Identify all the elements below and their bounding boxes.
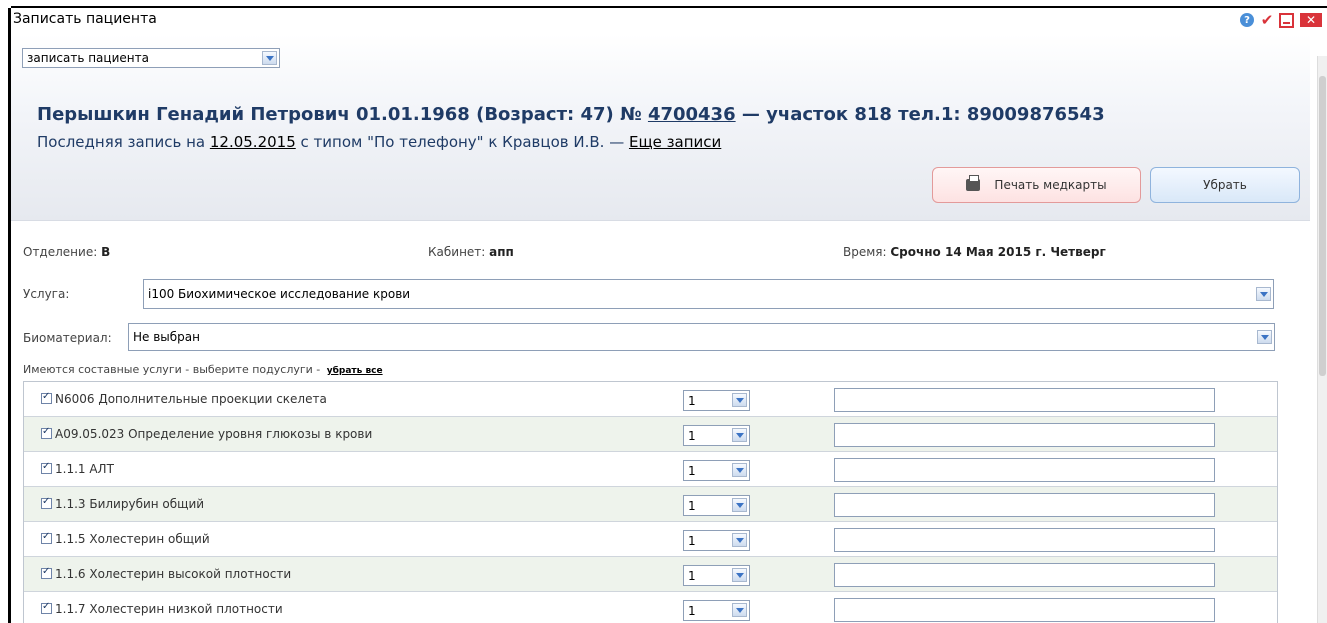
subservice-row: 1.1.1 АЛТ 1 xyxy=(24,452,1277,487)
subservice-note-input[interactable] xyxy=(834,528,1215,552)
quantity-value: 1 xyxy=(688,429,696,443)
cabinet-value: апп xyxy=(489,245,514,259)
subservice-label: 1.1.6 Холестерин высокой плотности xyxy=(55,567,292,581)
subservice-row: 1.1.7 Холестерин низкой плотности 1 xyxy=(24,592,1277,623)
scrollbar-thumb[interactable] xyxy=(1319,76,1326,376)
time-label: Время: xyxy=(843,245,891,259)
biomaterial-select[interactable]: Не выбран xyxy=(128,323,1275,351)
patient-summary: Перышкин Генадий Петрович 01.01.1968 (Во… xyxy=(37,104,1105,125)
subservice-checkbox[interactable] xyxy=(41,496,52,509)
quantity-select[interactable]: 1 xyxy=(683,390,750,411)
subservice-note-input[interactable] xyxy=(834,388,1215,412)
action-select[interactable]: записать пациента xyxy=(22,48,280,68)
chevron-down-icon[interactable] xyxy=(732,393,747,407)
chevron-down-icon[interactable] xyxy=(732,603,747,617)
subservices-table: N6006 Дополнительные проекции скелета 1 A0… xyxy=(23,381,1278,623)
subservice-checkbox[interactable] xyxy=(41,531,52,544)
subservice-checkbox[interactable] xyxy=(41,601,52,614)
remove-button[interactable]: Убрать xyxy=(1150,167,1300,203)
help-icon[interactable]: ? xyxy=(1240,13,1254,27)
time-value: Срочно 14 Мая 2015 г. Четверг xyxy=(890,245,1106,259)
subservice-row: A09.05.023 Определение уровня глюкозы в … xyxy=(24,417,1277,452)
subservices-note: Имеются составные услуги - выберите поду… xyxy=(23,363,383,376)
cabinet-info: Кабинет: апп xyxy=(428,245,514,259)
quantity-select[interactable]: 1 xyxy=(683,565,750,586)
subservice-row: 1.1.5 Холестерин общий 1 xyxy=(24,522,1277,557)
subservice-note-input[interactable] xyxy=(834,563,1215,587)
appointment-window: Записать пациента ? ✔ ✕ записать пациент… xyxy=(0,0,1327,623)
subservice-note-input[interactable] xyxy=(834,458,1215,482)
quantity-value: 1 xyxy=(688,464,696,478)
subservice-label: 1.1.3 Билирубин общий xyxy=(55,497,205,511)
chevron-down-icon[interactable] xyxy=(1256,287,1271,301)
subservice-note-input[interactable] xyxy=(834,423,1215,447)
service-select[interactable]: i100 Биохимическое исследование крови xyxy=(143,279,1274,309)
remove-all-link[interactable]: убрать все xyxy=(327,366,383,376)
last-record-line: Последняя запись на 12.05.2015 с типом "… xyxy=(37,133,721,151)
more-records-link[interactable]: Еще записи xyxy=(629,133,721,151)
chevron-down-icon[interactable] xyxy=(732,428,747,442)
chevron-down-icon[interactable] xyxy=(732,533,747,547)
biomaterial-label: Биоматериал: xyxy=(23,331,112,345)
subservice-label: 1.1.7 Холестерин низкой плотности xyxy=(55,602,283,616)
subservice-checkbox[interactable] xyxy=(41,426,52,439)
quantity-value: 1 xyxy=(688,499,696,513)
quantity-select[interactable]: 1 xyxy=(683,460,750,481)
subservice-label: 1.1.5 Холестерин общий xyxy=(55,532,210,546)
window-title: Записать пациента xyxy=(13,11,157,27)
action-select-value: записать пациента xyxy=(27,51,149,65)
subservice-checkbox[interactable] xyxy=(41,461,52,474)
subservice-label: N6006 Дополнительные проекции скелета xyxy=(55,392,327,406)
quantity-value: 1 xyxy=(688,534,696,548)
department-info: Отделение: В xyxy=(23,245,110,259)
service-value: i100 Биохимическое исследование крови xyxy=(148,287,411,301)
quantity-select[interactable]: 1 xyxy=(683,600,750,621)
chevron-down-icon[interactable] xyxy=(732,463,747,477)
subservices-note-text: Имеются составные услуги - выберите поду… xyxy=(23,363,324,376)
subservice-checkbox[interactable] xyxy=(41,566,52,579)
chevron-down-icon[interactable] xyxy=(262,51,277,65)
biomaterial-value: Не выбран xyxy=(133,330,200,344)
department-value: В xyxy=(101,245,111,259)
remove-label: Убрать xyxy=(1203,178,1247,192)
subservice-note-input[interactable] xyxy=(834,598,1215,622)
time-info: Время: Срочно 14 Мая 2015 г. Четверг xyxy=(843,245,1106,259)
quantity-select[interactable]: 1 xyxy=(683,495,750,516)
quantity-select[interactable]: 1 xyxy=(683,530,750,551)
service-label: Услуга: xyxy=(23,287,70,301)
patient-area-phone: — участок 818 тел.1: 89009876543 xyxy=(735,104,1105,125)
minimize-icon[interactable] xyxy=(1279,13,1294,28)
subservice-note-input[interactable] xyxy=(834,493,1215,517)
subservice-row: N6006 Дополнительные проекции скелета 1 xyxy=(24,382,1277,417)
cabinet-label: Кабинет: xyxy=(428,245,490,259)
card-number-link[interactable]: 4700436 xyxy=(648,104,736,125)
print-medcard-button[interactable]: Печать медкарты xyxy=(932,167,1141,203)
vertical-scrollbar[interactable] xyxy=(1317,56,1327,623)
last-record-date-link[interactable]: 12.05.2015 xyxy=(210,133,296,151)
quantity-value: 1 xyxy=(688,394,696,408)
quantity-value: 1 xyxy=(688,569,696,583)
subservice-row: 1.1.3 Билирубин общий 1 xyxy=(24,487,1277,522)
quantity-select[interactable]: 1 xyxy=(683,425,750,446)
subservice-row: 1.1.6 Холестерин высокой плотности 1 xyxy=(24,557,1277,592)
patient-name-dob: Перышкин Генадий Петрович 01.01.1968 (Во… xyxy=(37,104,648,125)
subservice-label: 1.1.1 АЛТ xyxy=(55,462,114,476)
confirm-check-icon[interactable]: ✔ xyxy=(1260,11,1274,29)
print-medcard-label: Печать медкарты xyxy=(994,178,1107,192)
chevron-down-icon[interactable] xyxy=(1257,330,1272,344)
department-label: Отделение: xyxy=(23,245,102,259)
subservice-label: A09.05.023 Определение уровня глюкозы в … xyxy=(55,427,373,441)
title-bar: Записать пациента ? ✔ ✕ xyxy=(11,6,1327,36)
last-record-prefix: Последняя запись на xyxy=(37,133,210,151)
subservice-checkbox[interactable] xyxy=(41,391,52,404)
quantity-value: 1 xyxy=(688,604,696,618)
last-record-details: с типом "По телефону" к Кравцов И.В. — xyxy=(295,133,629,151)
printer-icon xyxy=(966,175,981,191)
close-icon[interactable]: ✕ xyxy=(1300,13,1322,27)
chevron-down-icon[interactable] xyxy=(732,498,747,512)
chevron-down-icon[interactable] xyxy=(732,568,747,582)
patient-header: записать пациента Перышкин Генадий Петро… xyxy=(11,34,1310,221)
